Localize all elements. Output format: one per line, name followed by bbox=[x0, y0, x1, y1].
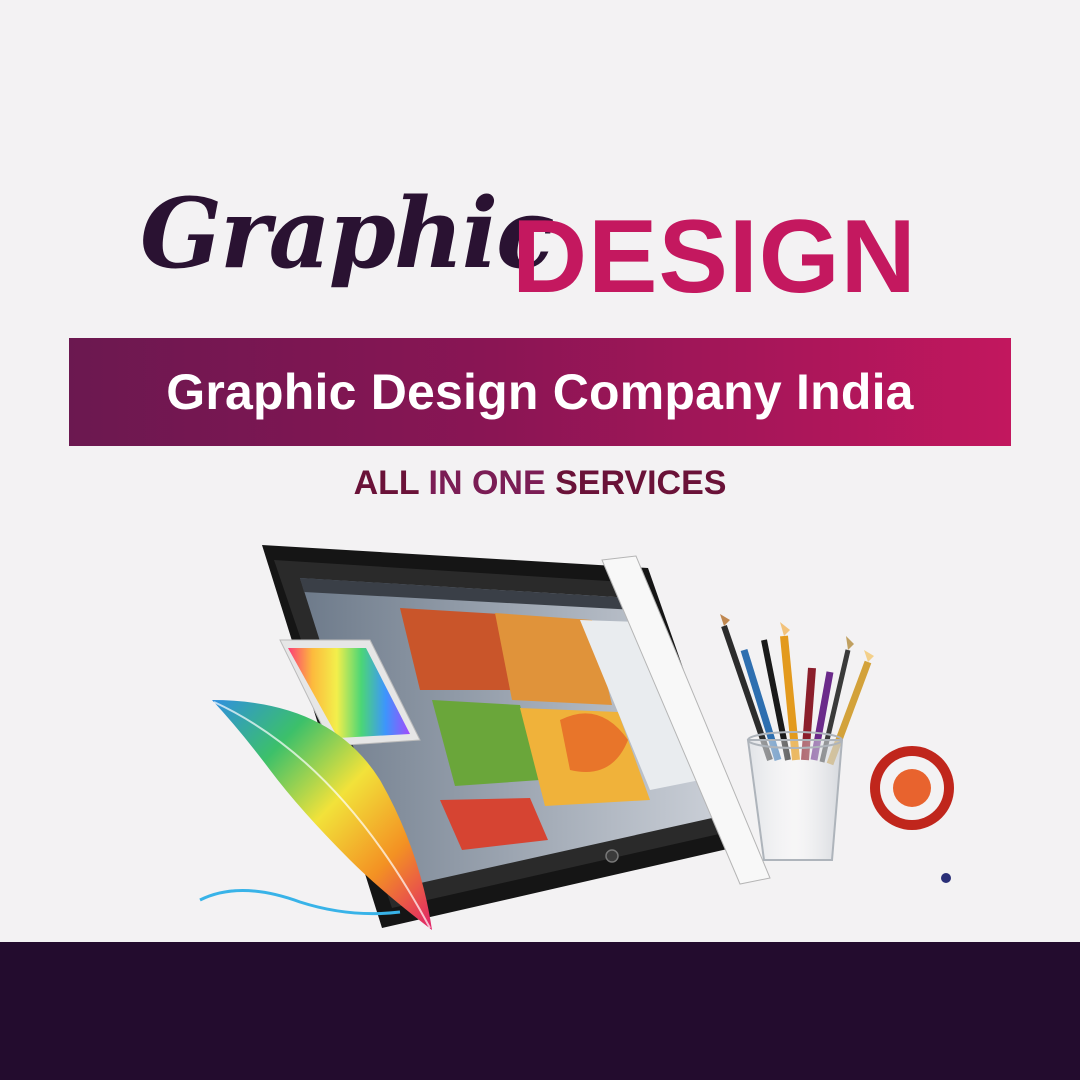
illustration bbox=[199, 545, 954, 930]
poster: Graphic DESIGN Graphic Design Company In… bbox=[0, 0, 1080, 1080]
footer-bar bbox=[0, 942, 1080, 1080]
target-icon bbox=[870, 746, 954, 830]
dot-icon bbox=[941, 873, 951, 883]
